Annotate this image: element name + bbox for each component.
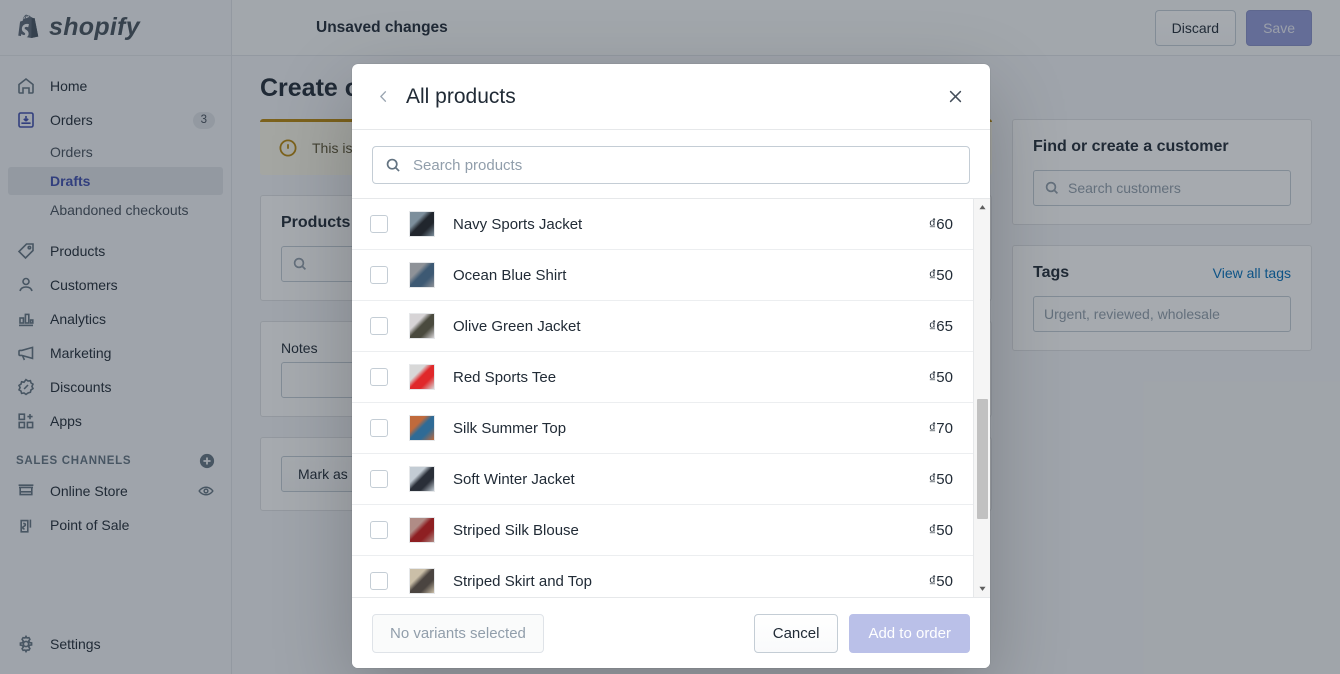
product-name: Red Sports Tee [453,368,557,386]
product-row[interactable]: Ocean Blue Shirt ₫50 [352,250,973,301]
product-price: ₫50 [928,521,953,539]
product-price: ₫65 [928,317,953,335]
product-name: Striped Silk Blouse [453,521,579,539]
product-price: ₫50 [928,572,953,590]
product-checkbox[interactable] [370,266,388,284]
product-thumbnail [409,466,435,492]
product-name: Navy Sports Jacket [453,215,583,233]
modal-title: All products [406,84,516,108]
product-row[interactable]: Silk Summer Top ₫70 [352,403,973,454]
variants-status: No variants selected [372,613,544,653]
product-row[interactable]: Striped Skirt and Top ₫50 [352,556,973,597]
chevron-left-icon[interactable] [368,82,398,112]
product-row[interactable]: Olive Green Jacket ₫65 [352,301,973,352]
product-list-scrollbar[interactable] [973,199,990,597]
product-row[interactable]: Striped Silk Blouse ₫50 [352,505,973,556]
product-thumbnail [409,568,435,594]
close-icon[interactable] [940,82,970,112]
modal-header: All products [352,64,990,130]
cancel-button[interactable]: Cancel [753,613,839,653]
product-checkbox[interactable] [370,470,388,488]
search-input[interactable]: Search products [372,146,970,184]
product-name: Olive Green Jacket [453,317,581,335]
product-name: Silk Summer Top [453,419,567,437]
search-placeholder: Search products [413,156,523,174]
product-thumbnail [409,211,435,237]
product-thumbnail [409,364,435,390]
product-name: Soft Winter Jacket [453,470,575,488]
product-thumbnail [409,517,435,543]
product-price: ₫50 [928,266,953,284]
product-list-wrapper: Navy Sports Jacket ₫60 Ocean Blue Shirt ₫50… [352,198,990,597]
product-list[interactable]: Navy Sports Jacket ₫60 Ocean Blue Shirt ₫50… [352,199,973,597]
product-row[interactable]: Soft Winter Jacket ₫50 [352,454,973,505]
product-checkbox[interactable] [370,317,388,335]
product-checkbox[interactable] [370,368,388,386]
scroll-up-arrow-icon[interactable] [974,199,990,216]
scrollbar-thumb[interactable] [977,399,988,519]
product-row[interactable]: Navy Sports Jacket ₫60 [352,199,973,250]
product-row[interactable]: Red Sports Tee ₫50 [352,352,973,403]
product-checkbox[interactable] [370,572,388,590]
product-checkbox[interactable] [370,419,388,437]
modal-footer: No variants selected Cancel Add to order [352,597,990,668]
product-price: ₫70 [928,419,953,437]
search-icon [385,157,402,174]
product-thumbnail [409,415,435,441]
modal-search-area: Search products [352,130,990,198]
modal-footer-actions: Cancel Add to order [753,613,970,653]
product-thumbnail [409,262,435,288]
screen-root: shopify Home Orders 3 Orders Drafts Aban… [0,0,1340,674]
product-checkbox[interactable] [370,521,388,539]
product-price: ₫50 [928,368,953,386]
scroll-down-arrow-icon[interactable] [974,580,990,597]
product-thumbnail [409,313,435,339]
product-name: Striped Skirt and Top [453,572,592,590]
product-name: Ocean Blue Shirt [453,266,567,284]
add-to-order-button[interactable]: Add to order [849,613,970,653]
all-products-modal: All products Search products Navy Sports… [352,64,990,668]
product-price: ₫60 [928,215,953,233]
product-checkbox[interactable] [370,215,388,233]
product-price: ₫50 [928,470,953,488]
